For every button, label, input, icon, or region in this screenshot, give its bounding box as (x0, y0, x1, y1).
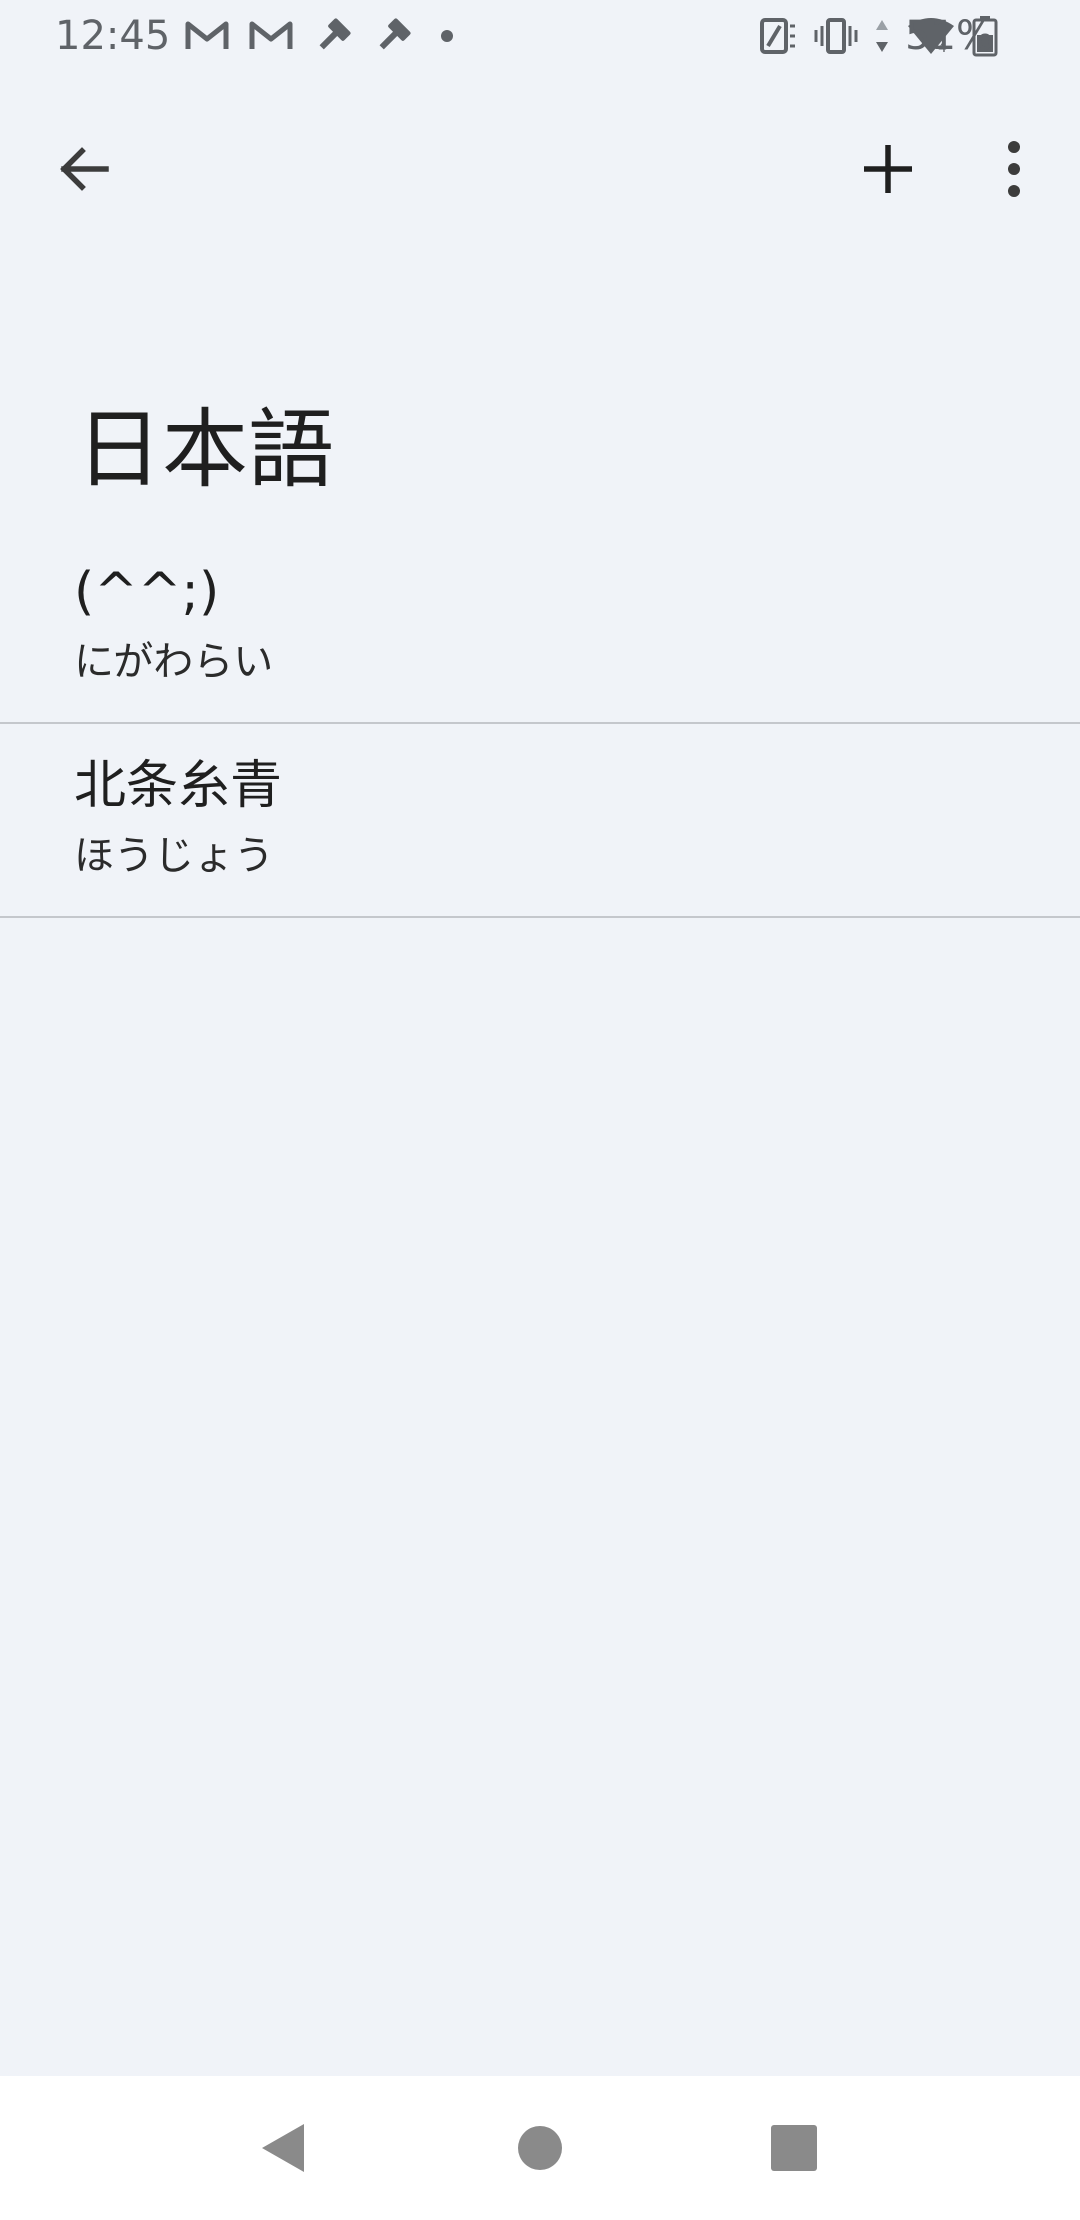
list-item[interactable]: 北条糸青 ほうじょう (0, 724, 1080, 918)
list-item[interactable]: (^^;) にがわらい (0, 530, 1080, 724)
gavel-icon (379, 18, 411, 50)
gmail-icon (185, 21, 229, 49)
nav-back-button[interactable] (236, 2100, 332, 2196)
rotate-icon (760, 18, 795, 54)
entry-reading: ほうじょう (74, 833, 274, 879)
battery-percent: 51% (905, 13, 994, 59)
navigation-bar (0, 2076, 1080, 2220)
notification-icons (184, 14, 462, 58)
gmail-icon (249, 21, 293, 49)
nav-recents-icon (771, 2125, 817, 2171)
entry-word: (^^;) (74, 562, 220, 622)
status-time: 12:45 (55, 13, 171, 59)
vibrate-icon (814, 18, 858, 54)
page-title: 日本語 (76, 400, 334, 500)
entry-list: (^^;) にがわらい 北条糸青 ほうじょう (0, 530, 1080, 918)
status-bar: 12:45 4 51% (0, 0, 1080, 72)
app-bar (0, 110, 1080, 228)
add-button[interactable] (840, 121, 936, 217)
back-button[interactable] (36, 121, 132, 217)
nav-back-icon (262, 2124, 304, 2172)
more-vert-icon (1008, 141, 1020, 197)
arrow-back-icon (60, 147, 109, 191)
entry-word: 北条糸青 (74, 756, 283, 816)
data-arrows-icon (876, 20, 888, 52)
more-options-button[interactable] (966, 121, 1062, 217)
plus-icon (864, 145, 912, 193)
nav-home-button[interactable] (492, 2100, 588, 2196)
gavel-icon (319, 18, 351, 50)
dot-icon (441, 30, 453, 42)
nav-recents-button[interactable] (746, 2100, 842, 2196)
entry-reading: にがわらい (74, 639, 274, 685)
nav-home-icon (518, 2126, 562, 2170)
